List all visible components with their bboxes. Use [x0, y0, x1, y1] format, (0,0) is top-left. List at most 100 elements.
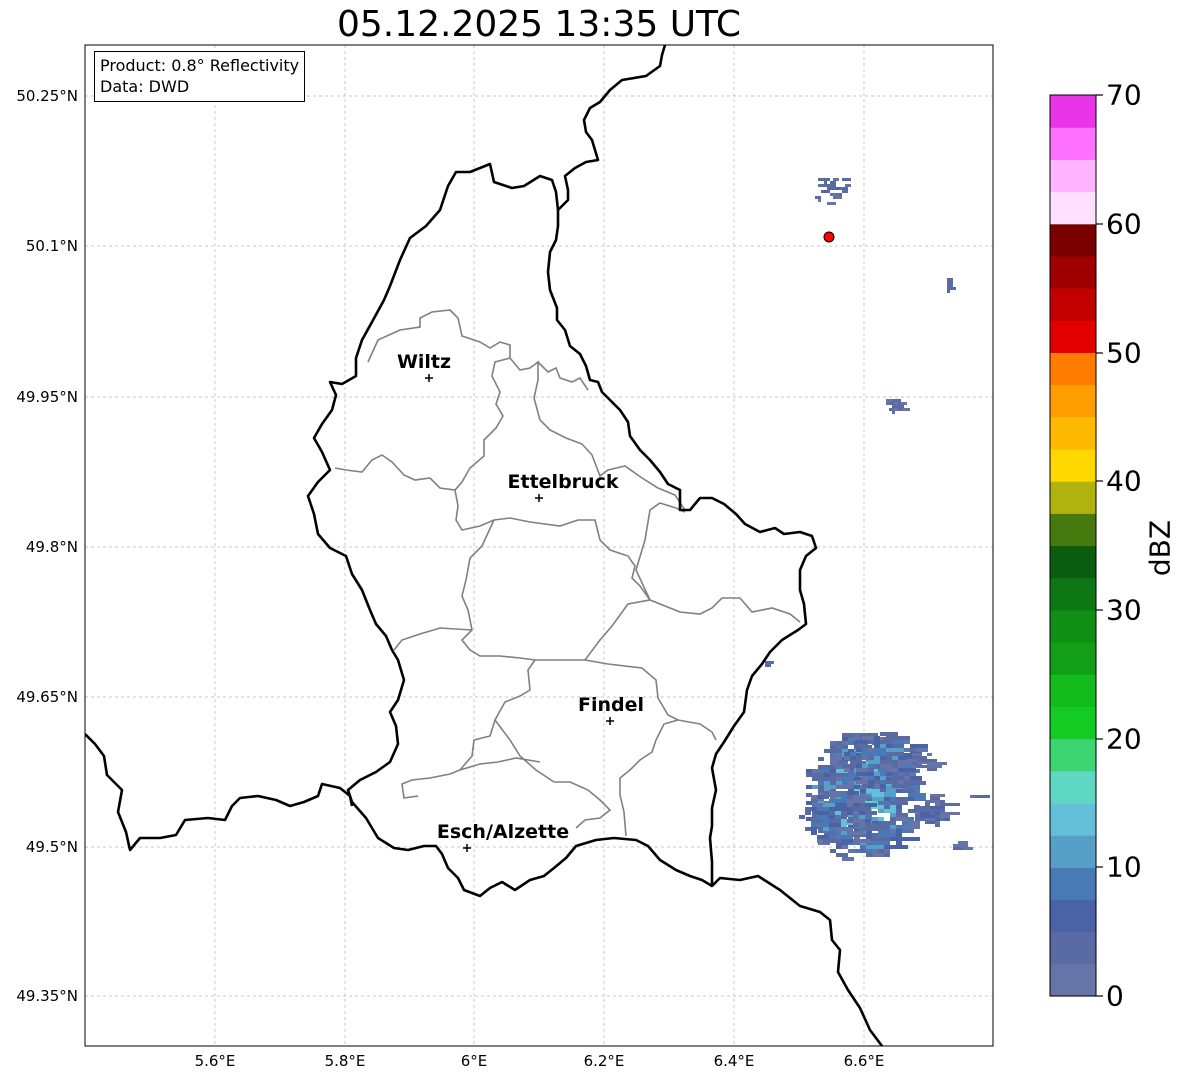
- radar-echo-cell: [884, 849, 890, 853]
- radar-echo-cell: [868, 752, 874, 756]
- radar-echo-cell: [896, 817, 908, 821]
- radar-echo-cell: [930, 797, 940, 800]
- radar-echo-cell: [805, 807, 811, 811]
- radar-echo-cell: [896, 841, 902, 845]
- radar-echo-cell: [947, 281, 953, 284]
- radar-echo-cell: [880, 744, 886, 748]
- lat-tick-label: 50.1°N: [25, 237, 78, 255]
- radar-echo-cell: [874, 776, 880, 780]
- radar-echo-cell: [866, 833, 872, 837]
- radar-echo-cell: [908, 793, 926, 797]
- lon-tick-label: 6.2°E: [583, 1052, 625, 1070]
- radar-echo-cell: [865, 823, 877, 827]
- radar-echo-cell: [895, 399, 901, 402]
- radar-echo-cell: [817, 823, 823, 827]
- radar-echo-cell: [830, 777, 836, 781]
- radar-echo-cell: [890, 817, 896, 821]
- radar-echo-cell: [850, 764, 856, 768]
- radar-echo-cell: [935, 821, 940, 824]
- radar-echo-cell: [842, 853, 848, 857]
- radar-echo-cell: [872, 797, 878, 801]
- radar-echo-cell: [841, 835, 853, 839]
- colorbar-tick-label: 20: [1106, 722, 1142, 756]
- lat-tick-label: 49.8°N: [25, 538, 78, 556]
- radar-echo-cell: [818, 781, 824, 785]
- radar-echo-cell: [884, 845, 890, 849]
- radar-echo-cell: [830, 753, 836, 757]
- radar-echo-cell: [910, 744, 928, 748]
- radar-echo-cell: [895, 408, 898, 411]
- radar-echo-cell: [865, 819, 871, 823]
- colorbar-segment: [1050, 448, 1096, 482]
- radar-echo-cell: [910, 772, 916, 776]
- colorbar-segment: [1050, 384, 1096, 418]
- radar-echo-cell: [842, 190, 848, 193]
- radar-echo-cell: [839, 193, 842, 196]
- radar-echo-cell: [827, 202, 836, 205]
- radar-echo-cell: [890, 825, 896, 829]
- colorbar-tick-label: 0: [1106, 979, 1124, 1013]
- radar-echo-cell: [848, 773, 854, 777]
- radar-echo-cell: [916, 748, 928, 752]
- radar-echo-cell: [868, 768, 874, 772]
- colorbar-segment: [1050, 963, 1096, 997]
- radar-echo-cell: [890, 837, 902, 841]
- colorbar-segment: [1050, 706, 1096, 740]
- radar-echo-cell: [824, 181, 827, 184]
- radar-echo-cell: [889, 408, 892, 411]
- radar-echo-cell: [824, 190, 827, 193]
- colorbar-tick-label: 30: [1106, 593, 1142, 627]
- radar-echo-cell: [853, 803, 859, 807]
- radar-echo-cell: [910, 748, 916, 752]
- map-background: [85, 45, 993, 1046]
- radar-echo-cell: [862, 784, 868, 788]
- radar-echo-cell: [830, 849, 836, 853]
- colorbar: [1050, 95, 1096, 997]
- radar-echo-cell: [844, 752, 850, 756]
- radar-echo-cell: [874, 772, 880, 776]
- radar-echo-cell: [874, 784, 880, 788]
- colorbar-segment: [1050, 95, 1096, 128]
- radar-echo-cell: [811, 831, 817, 835]
- radar-echo-cell: [844, 756, 850, 760]
- radar-echo-cell: [927, 753, 932, 756]
- radar-echo-cell: [818, 769, 830, 773]
- colorbar-segment: [1050, 642, 1096, 675]
- colorbar-segment: [1050, 867, 1096, 901]
- radar-echo-cell: [835, 815, 841, 819]
- radar-echo-cell: [953, 847, 958, 850]
- radar-echo-cell: [868, 740, 874, 744]
- colorbar-segment: [1050, 416, 1096, 450]
- radar-echo-cell: [835, 803, 841, 807]
- colorbar-segment: [1050, 352, 1096, 386]
- lon-tick-label: 6.4°E: [713, 1052, 755, 1070]
- radar-echo-cell: [927, 765, 942, 768]
- city-label-wiltz: Wiltz: [396, 351, 452, 373]
- radar-echo-cell: [811, 799, 817, 803]
- radar-echo-cell: [818, 199, 821, 202]
- radar-echo-cell: [811, 827, 817, 831]
- city-label-findel: Findel: [577, 694, 645, 716]
- radar-echo-cell: [880, 756, 886, 760]
- radar-echo-cell: [836, 187, 839, 190]
- radar-echo-cell: [878, 833, 896, 837]
- city-label-ettelbruck: Ettelbruck: [507, 471, 619, 493]
- info-box: Product: 0.8° Reflectivity Data: DWD: [94, 51, 306, 102]
- colorbar-segment: [1050, 223, 1096, 257]
- radar-echo-cell: [833, 196, 839, 199]
- radar-echo-cell: [912, 762, 917, 765]
- radar-echo-cell: [892, 784, 910, 788]
- radar-echo-cell: [902, 825, 920, 829]
- radar-echo-cell: [898, 768, 916, 772]
- radar-echo-cell: [874, 748, 886, 752]
- colorbar-segment: [1050, 931, 1096, 965]
- radar-echo-cell: [765, 661, 774, 664]
- radar-echo-cell: [830, 187, 833, 190]
- radar-echo-cell: [830, 181, 836, 184]
- radar-echo-cell: [884, 805, 890, 809]
- lon-tick-label: 5.8°E: [324, 1052, 366, 1070]
- radar-echo-cell: [914, 789, 920, 793]
- radar-echo-cell: [895, 402, 898, 405]
- radar-echo-cell: [847, 831, 865, 835]
- data-source-text: Data: DWD: [100, 77, 190, 96]
